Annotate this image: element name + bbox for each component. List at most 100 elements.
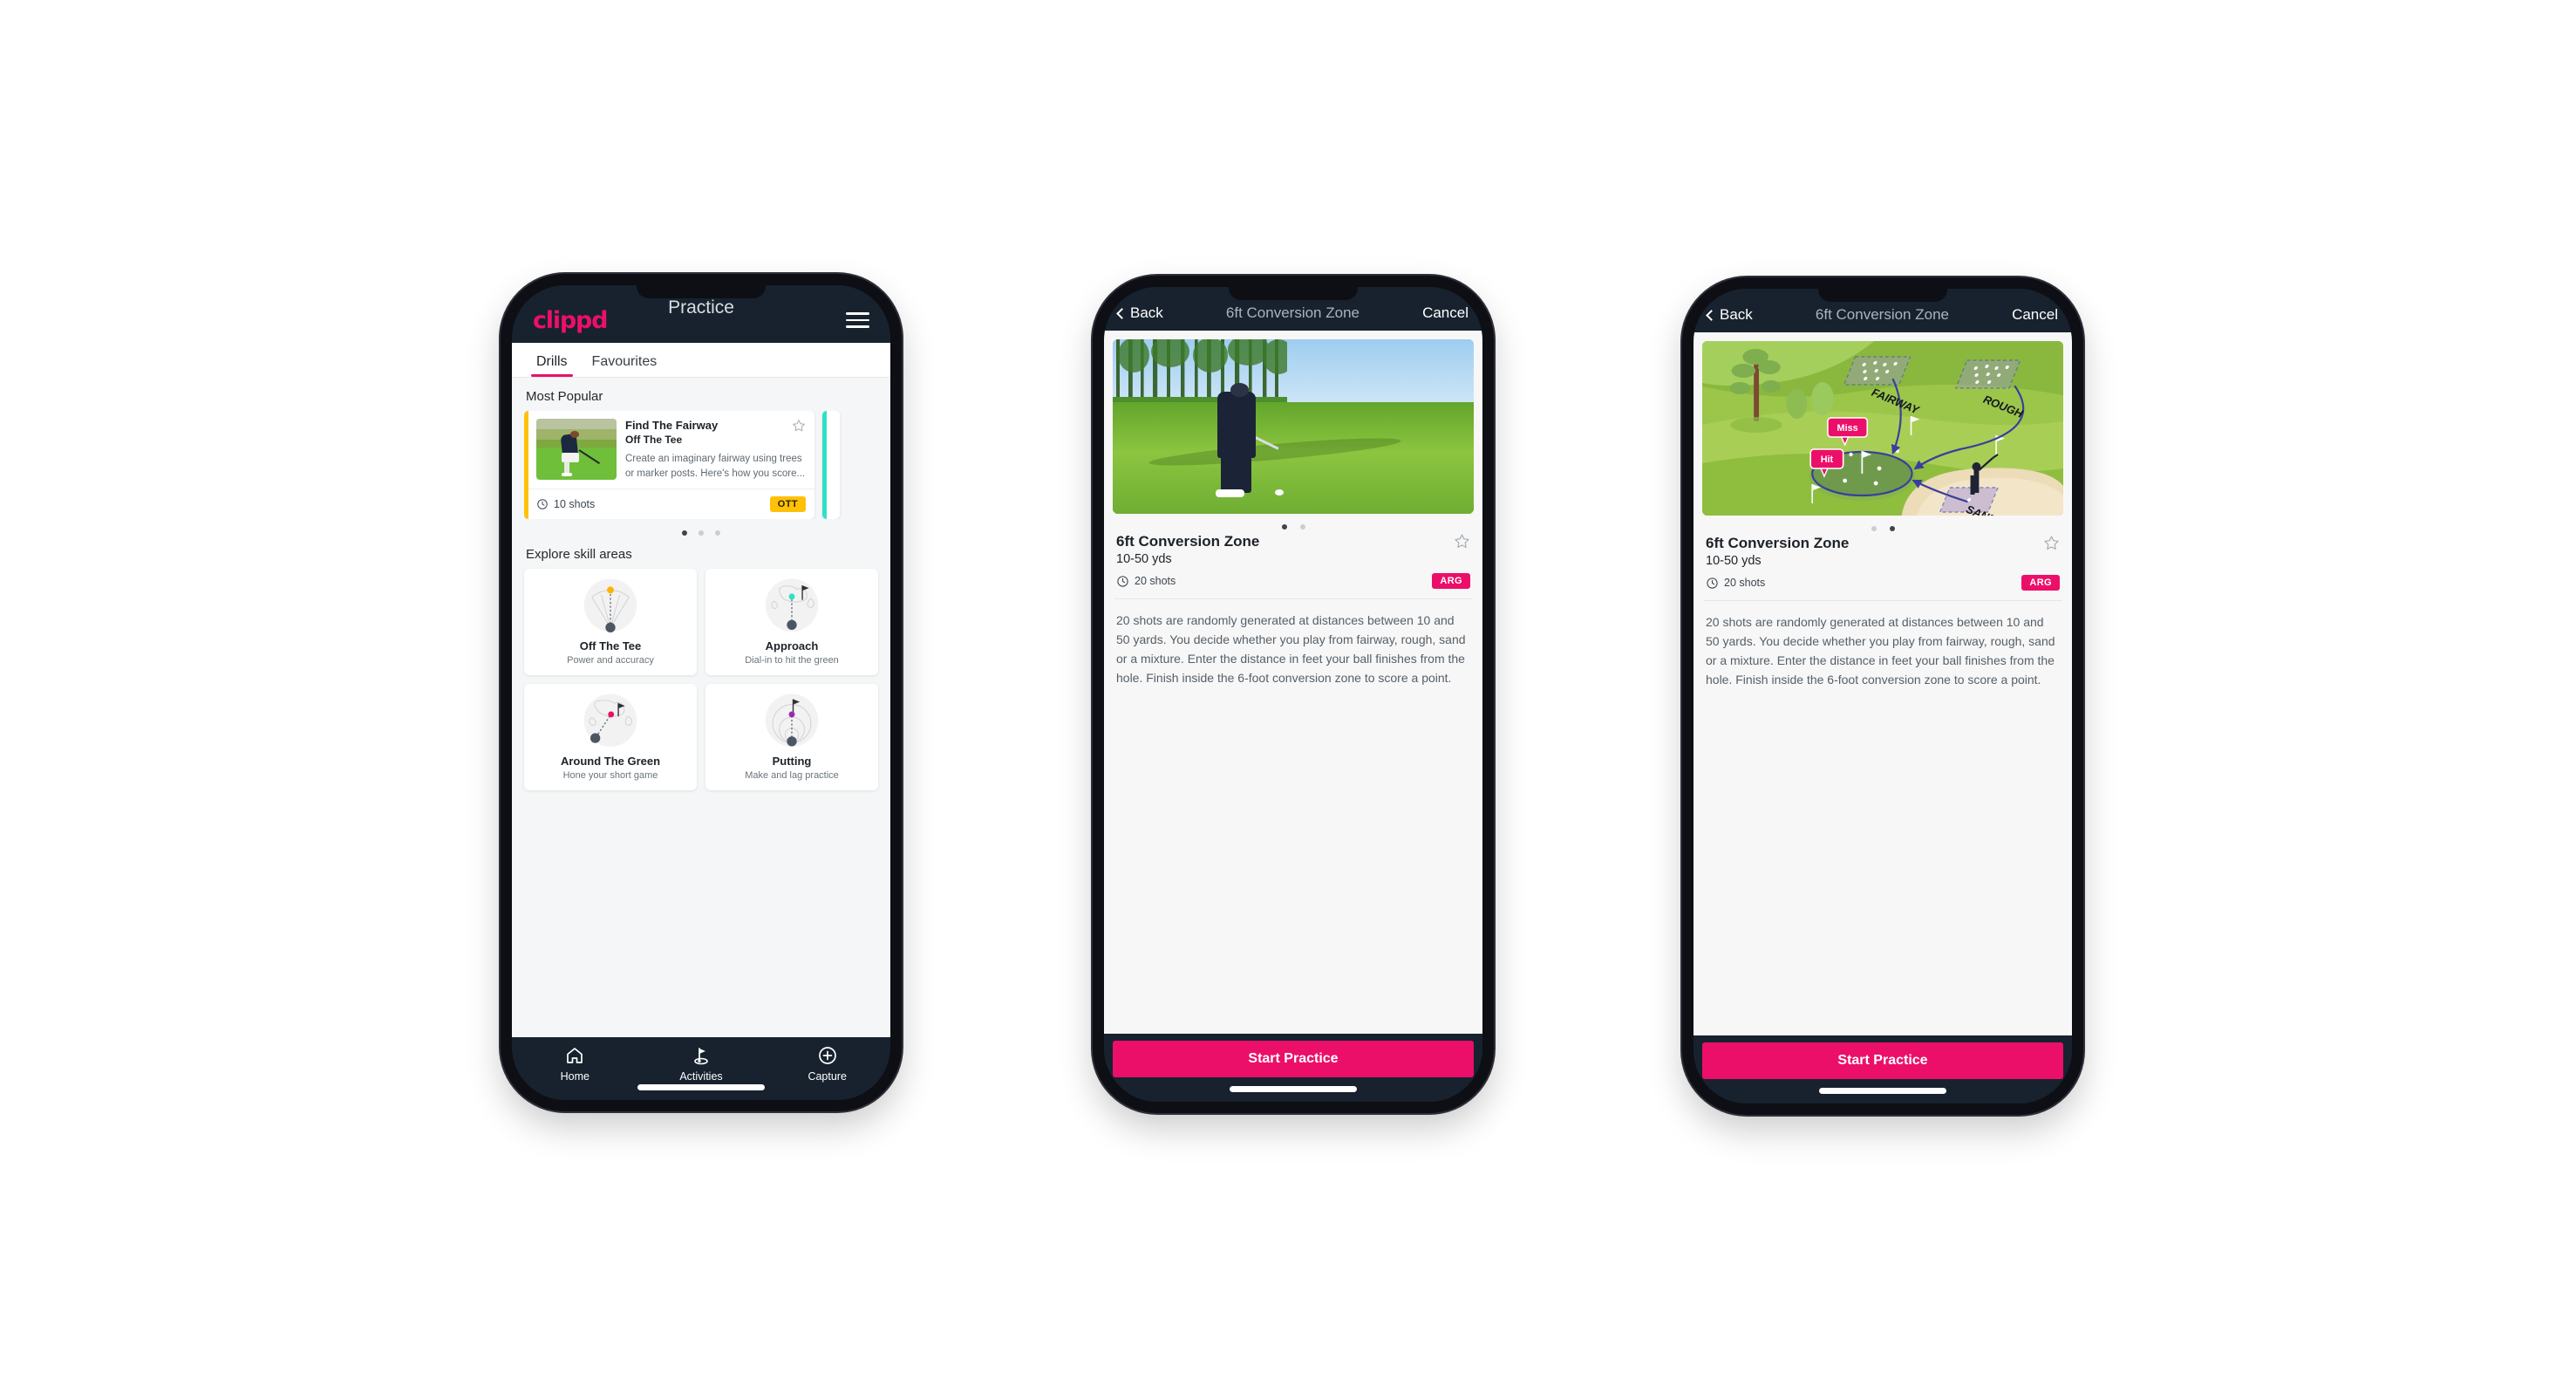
detail-title: 6ft Conversion Zone [1225, 304, 1360, 321]
tab-bar: Drills Favourites [512, 343, 890, 378]
back-button[interactable]: Back [1706, 306, 1753, 324]
skill-card-around-the-green[interactable]: Around The Green Hone your short game [524, 683, 697, 790]
drill-shots: 20 shots [1116, 575, 1176, 588]
putting-rings-icon [765, 694, 819, 747]
detail-content: FAIRWAY ROUGH SAND Miss Hit 6ft Conversi… [1693, 332, 2072, 1035]
carousel-dot-1[interactable] [682, 530, 687, 536]
clippd-logo: clippd [533, 306, 609, 334]
back-label: Back [1720, 306, 1753, 323]
drill-shots-row: 20 shots ARG [1113, 566, 1474, 589]
phone-mockup-drill-detail-video: Back 6ft Conversion Zone Cancel 6ft Conv… [1093, 276, 1494, 1113]
drill-skill-badge: ARG [1432, 573, 1470, 589]
nav-item-home[interactable]: Home [512, 1045, 638, 1084]
drill-skill-badge: ARG [2021, 575, 2060, 591]
clock-icon [537, 499, 548, 509]
course-map-illustration: FAIRWAY ROUGH SAND Miss Hit [1702, 341, 2063, 516]
nav-label: Capture [808, 1070, 847, 1083]
chevron-left-icon [1706, 309, 1717, 321]
skill-card-approach[interactable]: Approach Dial-in to hit the green [705, 568, 878, 675]
clock-icon [1707, 577, 1718, 589]
drill-card-next-peek[interactable] [822, 411, 840, 519]
drill-title: Find The Fairway [625, 419, 719, 432]
notch [1229, 287, 1358, 300]
nav-item-activities[interactable]: Activities [638, 1045, 765, 1084]
drill-name: 6ft Conversion Zone [1116, 533, 1260, 550]
drill-shots-row: 20 shots ARG [1702, 568, 2063, 591]
drill-video-still[interactable] [1113, 339, 1474, 514]
phone-mockup-practice: clippd Practice Drills Favourites Most P… [501, 274, 902, 1111]
tree-line [1113, 339, 1287, 409]
drill-card[interactable]: Find The Fairway Off The Tee Create an i… [524, 411, 814, 519]
drill-shots-label: 10 shots [554, 497, 596, 510]
drill-yardage: 10-50 yds [1116, 552, 1172, 566]
section-most-popular-title: Most Popular [526, 389, 603, 404]
drill-card-top: Find The Fairway Off The Tee Create an i… [528, 411, 814, 489]
phone2-screen: Back 6ft Conversion Zone Cancel 6ft Conv… [1104, 287, 1482, 1102]
skill-area-grid: Off The Tee Power and accuracy Approach … [524, 568, 878, 790]
section-explore-title: Explore skill areas [526, 546, 632, 562]
start-practice-button[interactable]: Start Practice [1702, 1042, 2063, 1079]
nav-label: Home [560, 1070, 589, 1083]
screenshot-canvas: clippd Practice Drills Favourites Most P… [0, 0, 2576, 1387]
drill-shots: 10 shots [536, 498, 595, 510]
practice-content: Most Popular Find The Fairway Off The Te… [512, 378, 890, 1037]
phone-mockup-drill-detail-illustration: Back 6ft Conversion Zone Cancel FAIRWAY … [1682, 277, 2083, 1115]
back-button[interactable]: Back [1116, 304, 1163, 322]
phone3-screen: Back 6ft Conversion Zone Cancel FAIRWAY … [1693, 289, 2072, 1103]
back-label: Back [1130, 304, 1163, 321]
bottom-nav: Home Activities Capture [512, 1037, 890, 1100]
tab-drills[interactable]: Drills [524, 354, 580, 377]
skill-desc: Power and accuracy [567, 654, 654, 666]
skill-name: Off The Tee [579, 639, 642, 653]
cancel-button[interactable]: Cancel [2012, 306, 2058, 324]
star-outline-icon[interactable] [792, 419, 806, 433]
notch [1818, 289, 1947, 302]
clock-icon [1117, 575, 1128, 587]
drill-header: 6ft Conversion Zone 10-50 yds [1113, 530, 1474, 566]
drill-name: 6ft Conversion Zone [1706, 535, 1850, 551]
start-practice-button[interactable]: Start Practice [1113, 1041, 1474, 1077]
drill-carousel[interactable]: Find The Fairway Off The Tee Create an i… [524, 411, 878, 519]
skill-desc: Hone your short game [562, 769, 658, 781]
drill-skill-badge: OTT [769, 495, 806, 512]
drill-header: 6ft Conversion Zone 10-50 yds [1702, 531, 2063, 568]
star-outline-icon[interactable] [1454, 533, 1470, 550]
skill-name: Around The Green [560, 754, 661, 768]
home-indicator [1819, 1088, 1946, 1094]
drill-description: 20 shots are randomly generated at dista… [1706, 615, 2055, 687]
detail-content: 6ft Conversion Zone 10-50 yds 20 shots A… [1104, 331, 1482, 1034]
carousel-dot-3[interactable] [715, 530, 720, 536]
green-approach-icon [765, 578, 819, 632]
carousel-dots[interactable] [524, 530, 878, 536]
detail-title: 6ft Conversion Zone [1815, 306, 1949, 323]
skill-desc: Make and lag practice [745, 769, 839, 781]
hamburger-icon[interactable] [846, 312, 869, 328]
drill-shots: 20 shots [1706, 577, 1765, 590]
drill-thumbnail [536, 419, 617, 480]
drill-description: Create an imaginary fairway using trees … [625, 454, 806, 479]
nav-item-capture[interactable]: Capture [764, 1045, 890, 1084]
drill-course-illustration[interactable]: FAIRWAY ROUGH SAND Miss Hit [1702, 341, 2063, 516]
nav-label: Activities [679, 1070, 723, 1083]
golf-flag-icon [694, 1048, 708, 1065]
cancel-button[interactable]: Cancel [1422, 304, 1469, 322]
drill-shots-label: 20 shots [1135, 575, 1176, 587]
drill-description: 20 shots are randomly generated at dista… [1116, 613, 1466, 686]
svg-text:Miss: Miss [1837, 423, 1858, 434]
skill-name: Putting [772, 754, 812, 768]
chip-green-icon [583, 694, 637, 747]
home-indicator [1230, 1086, 1357, 1092]
home-indicator [637, 1084, 765, 1090]
drill-meta: Find The Fairway Off The Tee Create an i… [625, 419, 806, 481]
skill-card-off-the-tee[interactable]: Off The Tee Power and accuracy [524, 568, 697, 675]
skill-desc: Dial-in to hit the green [745, 654, 839, 666]
star-outline-icon[interactable] [2043, 535, 2060, 551]
phone1-screen: clippd Practice Drills Favourites Most P… [512, 285, 890, 1100]
notch [637, 285, 766, 298]
carousel-dot-2[interactable] [699, 530, 704, 536]
skill-card-putting[interactable]: Putting Make and lag practice [705, 683, 878, 790]
drill-shots-label: 20 shots [1724, 577, 1766, 589]
tab-favourites[interactable]: Favourites [580, 354, 670, 377]
chevron-left-icon [1116, 307, 1128, 319]
skill-name: Approach [765, 639, 819, 653]
